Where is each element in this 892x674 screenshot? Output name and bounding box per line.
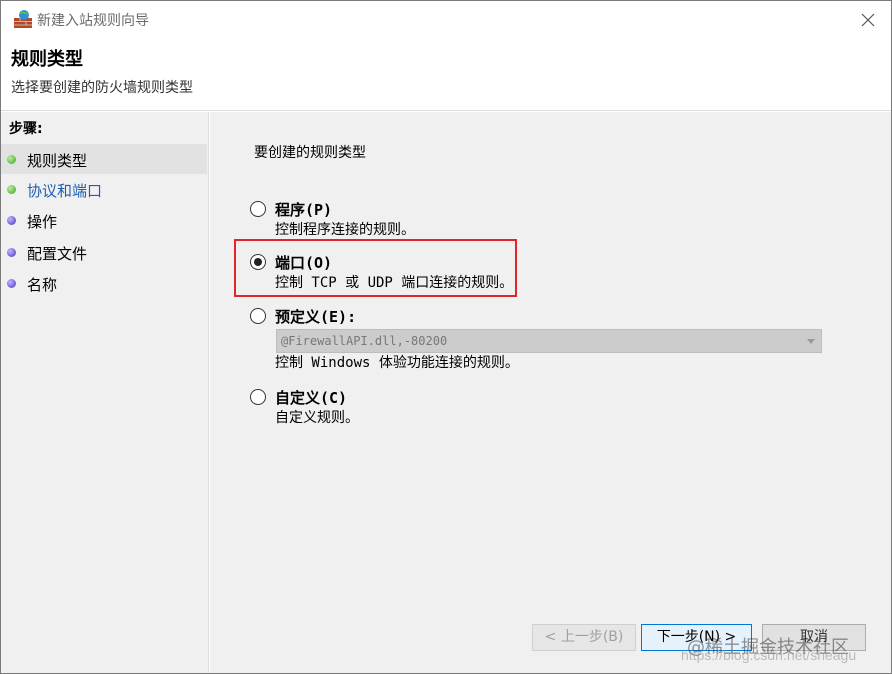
- step-rule-type[interactable]: 规则类型: [1, 144, 207, 174]
- step-label: 规则类型: [27, 152, 88, 170]
- close-button[interactable]: [845, 1, 891, 39]
- predefined-select[interactable]: @FirewallAPI.dll,-80200: [276, 329, 822, 353]
- window-title: 新建入站规则向导: [37, 13, 149, 29]
- step-status-green-icon: [7, 185, 16, 194]
- firewall-wall-icon: [13, 9, 33, 29]
- chevron-down-icon: [807, 339, 815, 344]
- page-title: 规则类型: [11, 49, 83, 70]
- wizard-window: 新建入站规则向导 规则类型 选择要创建的防火墙规则类型 步骤: 规则类型 协议和…: [0, 0, 892, 674]
- step-label: 操作: [27, 213, 58, 231]
- step-label: 名称: [27, 276, 58, 294]
- step-name[interactable]: 名称: [1, 268, 207, 298]
- option-label: 端口(O): [275, 254, 333, 272]
- predefined-radio[interactable]: [250, 308, 266, 324]
- option-label: 程序(P): [275, 201, 333, 219]
- option-label: 自定义(C): [275, 389, 348, 407]
- step-status-green-icon: [7, 155, 16, 164]
- step-action[interactable]: 操作: [1, 205, 207, 235]
- step-label: 协议和端口: [27, 182, 103, 200]
- step-status-purple-icon: [7, 279, 16, 288]
- option-description: 控制 TCP 或 UDP 端口连接的规则。: [275, 275, 514, 291]
- option-label: 预定义(E):: [275, 308, 357, 326]
- option-description: 控制程序连接的规则。: [275, 222, 415, 238]
- page-subtitle: 选择要创建的防火墙规则类型: [11, 80, 193, 96]
- step-profile[interactable]: 配置文件: [1, 237, 207, 267]
- predefined-select-value: @FirewallAPI.dll,-80200: [281, 334, 448, 348]
- rule-type-prompt: 要创建的规则类型: [254, 145, 366, 161]
- option-description: 自定义规则。: [275, 410, 359, 426]
- steps-heading: 步骤:: [9, 121, 43, 137]
- port-radio[interactable]: [250, 254, 266, 270]
- steps-sidebar: 步骤: 规则类型 协议和端口 操作 配置文件 名称: [1, 112, 209, 673]
- title-bar: 新建入站规则向导: [1, 1, 891, 39]
- watermark-url: https://blog.csdn.net/sheagu: [681, 647, 857, 663]
- step-status-purple-icon: [7, 248, 16, 257]
- program-radio[interactable]: [250, 201, 266, 217]
- back-button[interactable]: < 上一步(B): [532, 624, 636, 651]
- step-label: 配置文件: [27, 245, 88, 263]
- wizard-header: 规则类型 选择要创建的防火墙规则类型: [1, 39, 891, 111]
- main-panel: 要创建的规则类型 程序(P) 控制程序连接的规则。 端口(O) 控制 TCP 或…: [210, 112, 891, 673]
- step-protocol-and-ports[interactable]: 协议和端口: [1, 174, 207, 204]
- option-description: 控制 Windows 体验功能连接的规则。: [275, 355, 519, 371]
- step-status-purple-icon: [7, 216, 16, 225]
- custom-radio[interactable]: [250, 389, 266, 405]
- close-icon: [861, 13, 875, 27]
